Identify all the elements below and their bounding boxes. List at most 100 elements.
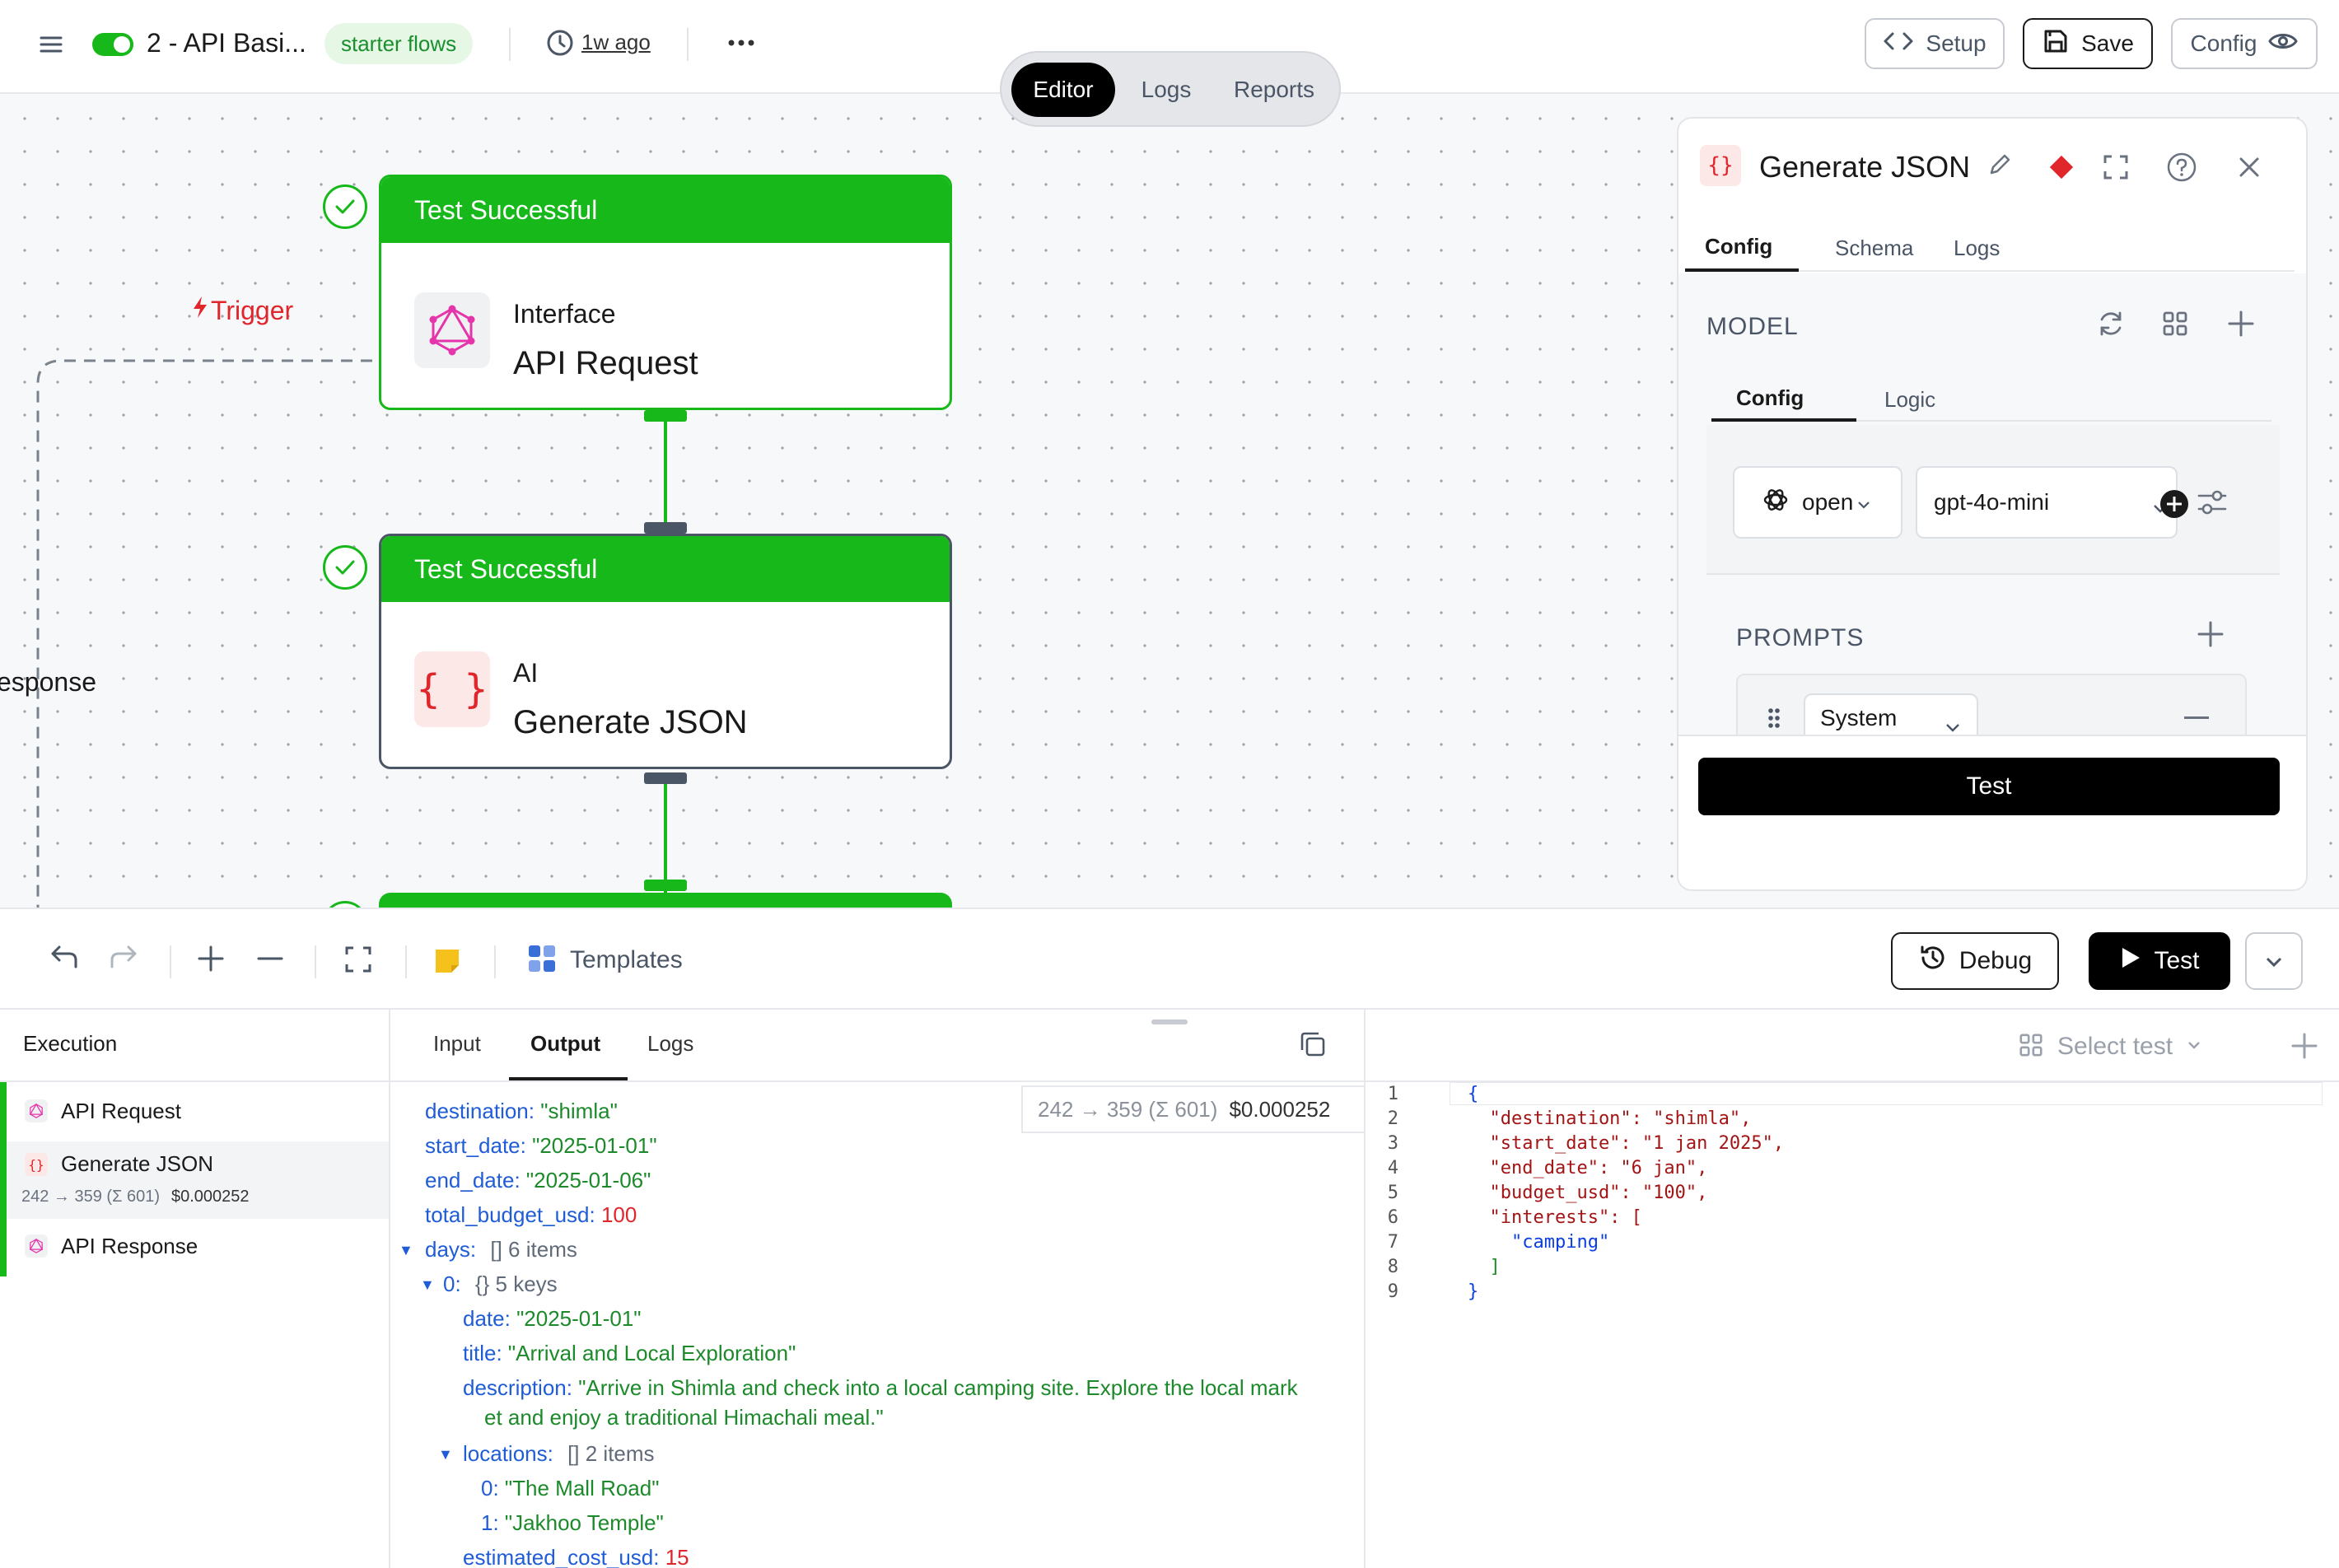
collapse-caret-icon[interactable]: ▼	[420, 1276, 435, 1294]
flow-enabled-toggle[interactable]	[92, 33, 133, 56]
debug-button[interactable]: Debug	[1891, 932, 2059, 990]
model-select[interactable]: gpt-4o-mini	[1916, 466, 2188, 539]
divider	[494, 945, 496, 978]
tab-editor[interactable]: Editor	[1011, 63, 1115, 117]
tab-logs[interactable]: Logs	[1123, 63, 1209, 117]
tab-active-indicator	[1685, 268, 1799, 272]
pencil-icon[interactable]	[1987, 152, 2013, 182]
zoom-in-icon[interactable]	[196, 944, 226, 973]
expand-icon[interactable]	[2102, 153, 2130, 185]
close-icon[interactable]	[2235, 153, 2263, 185]
tab-logs[interactable]: Logs	[647, 1031, 693, 1057]
bolt-icon	[191, 295, 209, 326]
copy-icon[interactable]	[1298, 1029, 1328, 1063]
subtab-config[interactable]: Config	[1736, 385, 1804, 411]
add-test-icon[interactable]	[2290, 1031, 2319, 1065]
undo-icon[interactable]	[48, 942, 81, 972]
graphql-icon	[25, 1099, 48, 1122]
node-api-request[interactable]: Test Successful Interface API Request	[379, 175, 952, 410]
json-row: 1: "Jakhoo Temple"	[481, 1510, 664, 1535]
resize-handle[interactable]	[1151, 1020, 1188, 1024]
clock-icon	[545, 28, 575, 62]
tab-config[interactable]: Config	[1705, 234, 1772, 259]
flow-canvas[interactable]: Trigger esponse Test Successful Interfac…	[0, 94, 2339, 908]
execution-item[interactable]: API Response	[0, 1219, 389, 1273]
subtab-logic[interactable]: Logic	[1884, 387, 1935, 413]
json-row: estimated_cost_usd: 15	[463, 1545, 689, 1568]
add-model-icon[interactable]	[2225, 308, 2257, 343]
execution-item-name: API Request	[61, 1098, 181, 1123]
add-prompt-icon[interactable]	[2196, 619, 2225, 653]
more-icon[interactable]	[725, 33, 758, 57]
usage-tokens: 242 → 359 (Σ 601)	[1038, 1096, 1218, 1122]
menu-icon[interactable]	[36, 31, 66, 56]
collapse-caret-icon[interactable]: ▼	[438, 1446, 453, 1463]
zoom-out-icon[interactable]	[255, 944, 285, 973]
node-api-response[interactable]	[379, 893, 952, 908]
json-row[interactable]: locations: [] 2 items	[463, 1441, 655, 1467]
code-line: }	[1468, 1281, 1479, 1302]
provider-select[interactable]: open	[1733, 466, 1902, 539]
remove-prompt-icon[interactable]	[2184, 716, 2209, 719]
config-button[interactable]: Config	[2171, 18, 2318, 69]
last-edited-link[interactable]: 1w ago	[581, 30, 651, 55]
test-options-button[interactable]	[2245, 932, 2303, 990]
panel-test-button[interactable]: Test	[1698, 758, 2280, 815]
tab-output[interactable]: Output	[530, 1031, 600, 1057]
plus-circle-icon[interactable]	[2159, 489, 2189, 525]
execution-heading: Execution	[23, 1031, 118, 1056]
sticky-note-icon[interactable]	[433, 947, 461, 975]
stop-diamond-icon[interactable]	[2047, 153, 2075, 185]
code-editor[interactable]: 1 2 3 4 5 6 7 8 9 { "destination": "shim…	[1366, 1082, 2339, 1568]
execution-item-name: API Response	[61, 1233, 198, 1258]
execution-item[interactable]: API Request	[0, 1084, 389, 1138]
panel-title: Generate JSON	[1759, 150, 1971, 184]
port[interactable]	[644, 522, 687, 534]
refresh-icon[interactable]	[2095, 308, 2127, 343]
subtab-active-indicator	[1711, 418, 1856, 422]
line-number: 9	[1387, 1281, 1398, 1302]
drag-handle-icon[interactable]	[1766, 707, 1782, 734]
tab-schema[interactable]: Schema	[1835, 236, 1913, 261]
code-line: "end_date": "6 jan",	[1468, 1158, 1708, 1178]
json-braces-icon: {}	[1700, 145, 1741, 186]
help-icon[interactable]	[2166, 152, 2197, 187]
tab-reports[interactable]: Reports	[1217, 63, 1331, 117]
run-test-button[interactable]: Test	[2089, 932, 2230, 990]
tab-logs[interactable]: Logs	[1954, 236, 2000, 261]
json-row: total_budget_usd: 100	[425, 1202, 637, 1227]
port[interactable]	[644, 880, 687, 891]
json-row[interactable]: days: [] 6 items	[425, 1237, 577, 1262]
history-icon	[1918, 943, 1948, 979]
success-check-icon	[323, 545, 367, 590]
grid-icon[interactable]	[2161, 310, 2189, 342]
json-row[interactable]: 0: {} 5 keys	[443, 1272, 558, 1297]
model-heading: MODEL	[1706, 313, 1799, 340]
fit-view-icon[interactable]	[344, 945, 372, 973]
templates-button[interactable]: Templates	[527, 942, 683, 978]
sliders-icon[interactable]	[2196, 488, 2229, 521]
save-button[interactable]: Save	[2023, 18, 2153, 69]
redo-icon[interactable]	[107, 942, 140, 972]
select-test-dropdown[interactable]: Select test	[2018, 1026, 2202, 1067]
node-generate-json[interactable]: Test Successful { } AI Generate JSON	[379, 534, 952, 769]
divider	[1706, 573, 2280, 575]
code-line: "camping"	[1468, 1232, 1610, 1253]
templates-label: Templates	[570, 946, 683, 973]
setup-button[interactable]: Setup	[1865, 18, 2005, 69]
execution-item-selected[interactable]: {} Generate JSON 242 → 359 (Σ 601) $0.00…	[7, 1141, 389, 1219]
code-icon	[1883, 30, 1914, 58]
json-row: title: "Arrival and Local Exploration"	[463, 1341, 796, 1365]
line-number: 2	[1387, 1108, 1398, 1129]
node-status: Test Successful	[381, 536, 950, 602]
node-status: Test Successful	[381, 177, 950, 243]
collapse-caret-icon[interactable]: ▼	[399, 1242, 413, 1259]
port[interactable]	[644, 410, 687, 422]
flow-title[interactable]: 2 - API Basi...	[147, 28, 306, 58]
port[interactable]	[644, 772, 687, 784]
line-number: 4	[1387, 1158, 1398, 1178]
json-row: 0: "The Mall Road"	[481, 1476, 660, 1500]
tab-input[interactable]: Input	[433, 1031, 481, 1057]
line-number: 1	[1387, 1084, 1398, 1104]
save-icon	[2042, 27, 2070, 61]
